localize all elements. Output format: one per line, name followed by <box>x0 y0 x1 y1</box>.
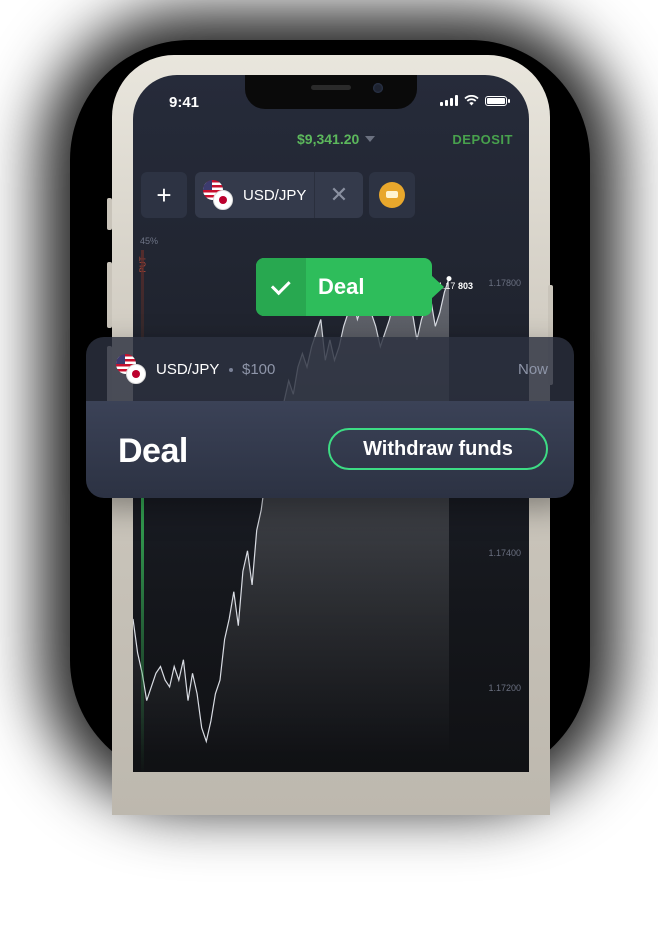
deal-toast-label: Deal <box>318 274 365 299</box>
status-icons <box>440 95 510 106</box>
notification-time: Now <box>517 361 548 378</box>
toast-pointer <box>431 275 444 299</box>
deposit-button[interactable]: DEPOSIT <box>452 132 513 147</box>
camera-icon <box>373 83 383 93</box>
price-level-label: 1.17200 <box>488 683 521 693</box>
notification-title: Deal <box>118 432 188 470</box>
close-icon[interactable]: ✕ <box>314 172 363 218</box>
price-level-label: 1.17400 <box>488 548 521 558</box>
call-sentiment-bar <box>141 495 144 772</box>
signal-icon <box>440 95 458 106</box>
deal-confirmation-toast: Deal <box>256 258 444 316</box>
chevron-down-icon <box>365 136 376 142</box>
deal-notification-card[interactable]: USD/JPY $100 Now Deal Withdraw funds <box>86 337 574 498</box>
phone-notch <box>245 75 417 109</box>
price-level-label: 1.17800 <box>488 278 521 288</box>
asset-tab-usd-jpy[interactable]: USD/JPY ✕ <box>195 172 363 218</box>
put-percentage: 45% <box>140 236 159 246</box>
usd-jpy-flag-icon <box>203 180 233 210</box>
wifi-icon <box>464 95 479 106</box>
account-balance[interactable]: $9,341.20 <box>297 131 376 147</box>
status-time: 9:41 <box>169 94 200 111</box>
notification-pair: USD/JPY <box>156 361 220 378</box>
balance-amount: $9,341.20 <box>297 131 360 147</box>
speaker-grille <box>311 85 351 90</box>
usd-jpy-flag-icon <box>116 354 146 384</box>
asset-tab-label: USD/JPY <box>243 186 307 204</box>
separator-dot <box>229 368 233 372</box>
check-icon <box>270 274 291 295</box>
add-asset-button[interactable]: + <box>141 172 187 218</box>
check-icon-box <box>256 258 306 316</box>
notification-amount: $100 <box>242 361 276 378</box>
withdraw-funds-button[interactable]: Withdraw funds <box>328 428 548 470</box>
bonus-button[interactable] <box>369 172 415 218</box>
coin-icon <box>379 182 405 208</box>
battery-icon <box>485 95 510 106</box>
put-sentiment-bar <box>141 250 144 340</box>
